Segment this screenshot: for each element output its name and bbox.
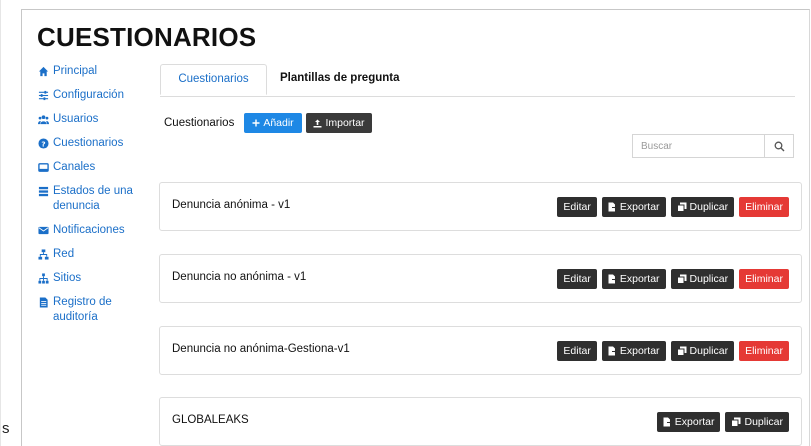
sidebar-item-estados[interactable]: Estados de una denuncia — [38, 184, 153, 214]
questionnaire-card: Denuncia no anónima-Gestiona-v1 Editar E… — [159, 326, 802, 375]
sidebar-item-notificaciones[interactable]: Notificaciones — [38, 223, 153, 238]
questionnaire-name: Denuncia no anónima-Gestiona-v1 — [172, 343, 350, 355]
copy-icon — [676, 346, 687, 356]
stray-text: s — [2, 420, 10, 437]
network-icon — [38, 249, 49, 260]
sidebar-item-configuracion[interactable]: Configuración — [38, 88, 153, 103]
sidebar-item-principal[interactable]: Principal — [38, 64, 153, 79]
export-button[interactable]: Exportar — [601, 341, 666, 361]
export-file-icon — [663, 417, 672, 427]
export-file-icon — [608, 274, 617, 284]
sidebar-item-canales[interactable]: Canales — [38, 160, 153, 175]
export-button[interactable]: Exportar — [601, 197, 666, 217]
export-button[interactable]: Exportar — [656, 412, 721, 432]
question-circle-icon: ? — [38, 138, 49, 149]
duplicate-button[interactable]: Duplicar — [725, 412, 789, 432]
sidebar-item-label: Cuestionarios — [53, 137, 124, 149]
search-input[interactable] — [633, 135, 764, 157]
sidebar-item-label: Usuarios — [53, 113, 99, 125]
duplicate-label: Duplicar — [744, 416, 783, 428]
add-button[interactable]: Añadir — [244, 113, 302, 133]
sidebar-item-label: Configuración — [53, 89, 124, 101]
questionnaire-card: Denuncia anónima - v1 Editar Exportar Du… — [159, 182, 802, 231]
edit-button[interactable]: Editar — [557, 341, 597, 361]
export-label: Exportar — [619, 345, 660, 357]
questionnaire-name: GLOBALEAKS — [172, 414, 249, 426]
svg-text:?: ? — [41, 139, 45, 148]
export-file-icon — [608, 202, 617, 212]
sidebar: Principal Configuración Usuarios ? Cuest… — [38, 64, 153, 334]
edit-button[interactable]: Editar — [557, 269, 597, 289]
delete-button[interactable]: Eliminar — [739, 269, 789, 289]
copy-icon — [676, 202, 687, 212]
tab-cuestionarios[interactable]: Cuestionarios — [160, 64, 267, 95]
sidebar-item-label: Red — [53, 248, 75, 260]
upload-icon — [313, 119, 322, 127]
duplicate-label: Duplicar — [689, 273, 729, 285]
sidebar-item-label: Notificaciones — [53, 224, 125, 236]
duplicate-label: Duplicar — [689, 345, 729, 357]
sidebar-item-label: Sitios — [53, 272, 82, 284]
sidebar-item-label: Registro de auditoría — [53, 296, 112, 323]
duplicate-label: Duplicar — [689, 201, 729, 213]
export-button[interactable]: Exportar — [601, 269, 666, 289]
questionnaire-card: Denuncia no anónima - v1 Editar Exportar… — [159, 254, 802, 303]
export-label: Exportar — [674, 416, 715, 428]
duplicate-button[interactable]: Duplicar — [670, 269, 735, 289]
copy-icon — [731, 417, 741, 427]
delete-button[interactable]: Eliminar — [739, 341, 789, 361]
export-file-icon — [608, 346, 617, 356]
sidebar-item-auditoria[interactable]: Registro de auditoría — [38, 295, 153, 325]
tab-plantillas[interactable]: Plantillas de pregunta — [268, 64, 412, 95]
plus-icon — [252, 119, 260, 127]
import-button-label: Importar — [325, 117, 365, 129]
section-label: Cuestionarios — [164, 117, 235, 129]
search-icon — [774, 141, 784, 151]
copy-icon — [676, 274, 687, 284]
home-icon — [38, 66, 49, 77]
duplicate-button[interactable]: Duplicar — [670, 197, 735, 217]
sidebar-item-sitios[interactable]: Sitios — [38, 271, 153, 286]
sidebar-item-label: Principal — [53, 65, 98, 77]
inbox-icon — [38, 163, 49, 172]
import-button[interactable]: Importar — [306, 113, 372, 133]
add-button-label: Añadir — [263, 117, 294, 129]
duplicate-button[interactable]: Duplicar — [670, 341, 735, 361]
questionnaire-name: Denuncia anónima - v1 — [172, 199, 291, 211]
tab-bar: Cuestionarios Plantillas de pregunta — [160, 64, 795, 97]
file-icon — [39, 297, 48, 308]
export-label: Exportar — [619, 273, 660, 285]
search-button[interactable] — [764, 135, 793, 157]
sidebar-item-label: Canales — [53, 161, 96, 173]
users-icon — [38, 115, 49, 125]
sidebar-item-usuarios[interactable]: Usuarios — [38, 112, 153, 127]
sitemap-icon — [38, 273, 49, 284]
sidebar-item-cuestionarios[interactable]: ? Cuestionarios — [38, 136, 153, 151]
questionnaire-card: GLOBALEAKS Exportar Duplicar — [159, 397, 802, 446]
edit-button[interactable]: Editar — [557, 197, 597, 217]
page-title: CUESTIONARIOS — [37, 22, 257, 52]
export-label: Exportar — [619, 201, 660, 213]
sliders-icon — [38, 90, 49, 101]
sidebar-item-red[interactable]: Red — [38, 247, 153, 262]
window-edge — [0, 0, 1, 446]
search-box — [632, 134, 794, 158]
questionnaire-name: Denuncia no anónima - v1 — [172, 271, 307, 283]
sidebar-item-label: Estados de una denuncia — [53, 185, 133, 212]
envelope-icon — [38, 226, 49, 235]
list-icon — [38, 186, 49, 197]
delete-button[interactable]: Eliminar — [739, 197, 789, 217]
